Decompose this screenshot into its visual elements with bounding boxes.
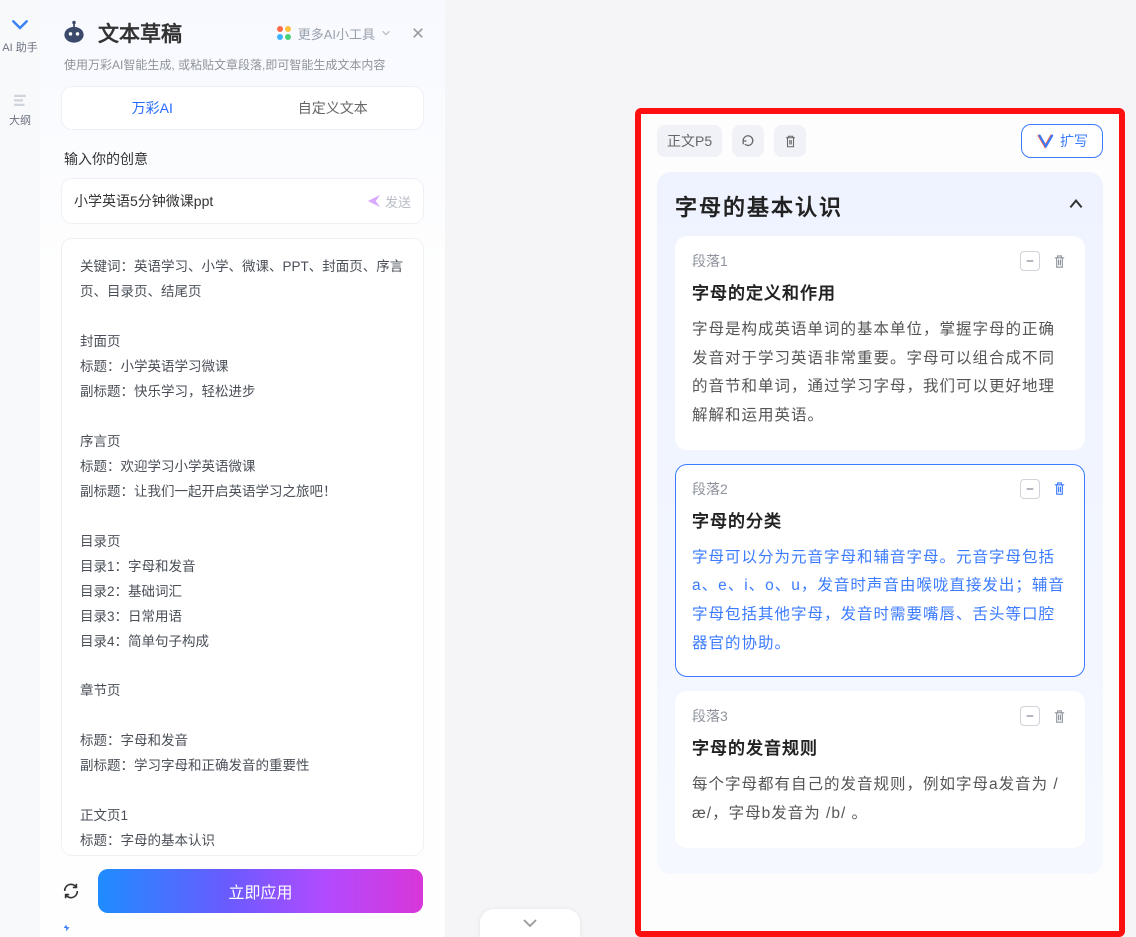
hint-line: [40, 919, 445, 937]
minus-icon: [1025, 711, 1035, 721]
generated-text-box[interactable]: 关键词：英语学习、小学、微课、PPT、封面页、序言页、目录页、结尾页 封面页 标…: [62, 239, 423, 855]
right-panel-scroll[interactable]: 字母的基本认识 段落1 字母的定义和作用 字母是构成英语单词的基本单位，: [641, 172, 1119, 931]
right-panel-highlighted: 正文P5 扩写 字母的基本认识: [635, 108, 1125, 937]
close-button[interactable]: [409, 24, 427, 42]
section-title: 字母的基本认识: [675, 190, 843, 222]
collapse-paragraph-button[interactable]: [1020, 251, 1040, 271]
refresh-page-button[interactable]: [732, 125, 764, 157]
send-icon: [367, 194, 381, 208]
refresh-icon: [740, 133, 756, 149]
section-card: 字母的基本认识 段落1 字母的定义和作用 字母是构成英语单词的基本单位，: [657, 172, 1103, 874]
apply-button[interactable]: 立即应用: [98, 869, 423, 913]
left-rail: AI 助手 大纲: [0, 0, 40, 937]
trash-icon: [783, 134, 798, 149]
more-ai-tools-button[interactable]: 更多AI小工具: [276, 24, 391, 43]
delete-paragraph-button[interactable]: [1050, 479, 1068, 499]
idea-input-row: 发送: [62, 179, 423, 223]
delete-paragraph-button[interactable]: [1050, 251, 1068, 271]
minus-icon: [1025, 484, 1035, 494]
ai-assistant-icon: [9, 18, 31, 40]
paragraph-card[interactable]: 段落2 字母的分类 字母可以分为元音字母和辅音字母。元音字母包括a、e、i、o、…: [675, 464, 1085, 678]
trash-icon: [1052, 709, 1067, 724]
idea-input[interactable]: [74, 193, 367, 209]
send-label: 发送: [385, 192, 411, 211]
sidebar-panel: 文本草稿 更多AI小工具 使用万彩AI智能生成, 或粘贴文章段落,即可智能生成文…: [40, 0, 445, 937]
tab-custom-text[interactable]: 自定义文本: [243, 98, 424, 118]
page-badge: 正文P5: [657, 125, 722, 157]
rail-item-outline[interactable]: 大纲: [9, 91, 31, 128]
paragraph-body: 每个字母都有自己的发音规则，例如字母a发音为 /æ/，字母b发音为 /b/ 。: [692, 771, 1068, 828]
source-tabs: 万彩AI 自定义文本: [62, 87, 423, 129]
input-section-label: 输入你的创意: [40, 129, 445, 179]
more-tools-label: 更多AI小工具: [298, 24, 375, 43]
sidebar-header: 文本草稿 更多AI小工具: [40, 0, 445, 56]
tab-wancai-ai[interactable]: 万彩AI: [62, 98, 243, 118]
rail-item-label: AI 助手: [2, 42, 37, 55]
paragraph-body: 字母是构成英语单词的基本单位，掌握字母的正确发音对于学习英语非常重要。字母可以组…: [692, 316, 1068, 431]
close-icon: [412, 27, 424, 39]
send-button[interactable]: 发送: [367, 192, 411, 211]
chevron-down-icon: [522, 918, 538, 928]
chevron-down-icon: [381, 28, 391, 38]
paragraph-label: 段落2: [692, 479, 728, 499]
expand-label: 扩写: [1060, 131, 1088, 151]
trash-icon: [1052, 254, 1067, 269]
robot-icon: [60, 19, 88, 47]
paragraph-title: 字母的分类: [692, 507, 1068, 532]
delete-page-button[interactable]: [774, 125, 806, 157]
sidebar-title: 文本草稿: [98, 18, 266, 48]
outline-icon: [9, 91, 31, 113]
collapse-paragraph-button[interactable]: [1020, 479, 1040, 499]
grid-icon: [276, 25, 292, 41]
paragraph-title: 字母的定义和作用: [692, 279, 1068, 304]
sidebar-subtitle: 使用万彩AI智能生成, 或粘贴文章段落,即可智能生成文本内容: [40, 56, 445, 87]
delete-paragraph-button[interactable]: [1050, 706, 1068, 726]
ai-icon: [1036, 132, 1054, 150]
regenerate-button[interactable]: [62, 882, 80, 900]
paragraph-label: 段落3: [692, 706, 728, 726]
paragraph-card[interactable]: 段落3 字母的发音规则 每个字母都有自己的发音规则，例如字母a发音为 /æ/，字…: [675, 691, 1085, 847]
minus-icon: [1025, 256, 1035, 266]
paragraph-card[interactable]: 段落1 字母的定义和作用 字母是构成英语单词的基本单位，掌握字母的正确发音对于学…: [675, 236, 1085, 450]
chevron-up-icon: [1067, 195, 1085, 218]
collapse-paragraph-button[interactable]: [1020, 706, 1040, 726]
expand-button[interactable]: 扩写: [1021, 124, 1103, 158]
paragraph-body: 字母可以分为元音字母和辅音字母。元音字母包括a、e、i、o、u，发音时声音由喉咙…: [692, 544, 1068, 659]
rail-item-ai-assistant[interactable]: AI 助手: [2, 18, 37, 55]
rail-item-label: 大纲: [9, 115, 31, 128]
right-panel-toolbar: 正文P5 扩写: [641, 114, 1119, 172]
trash-icon: [1052, 481, 1067, 496]
section-header[interactable]: 字母的基本认识: [675, 190, 1085, 222]
paragraph-label: 段落1: [692, 251, 728, 271]
collapse-bar[interactable]: [480, 909, 580, 937]
paragraph-title: 字母的发音规则: [692, 734, 1068, 759]
sidebar-footer: 立即应用: [40, 855, 445, 919]
